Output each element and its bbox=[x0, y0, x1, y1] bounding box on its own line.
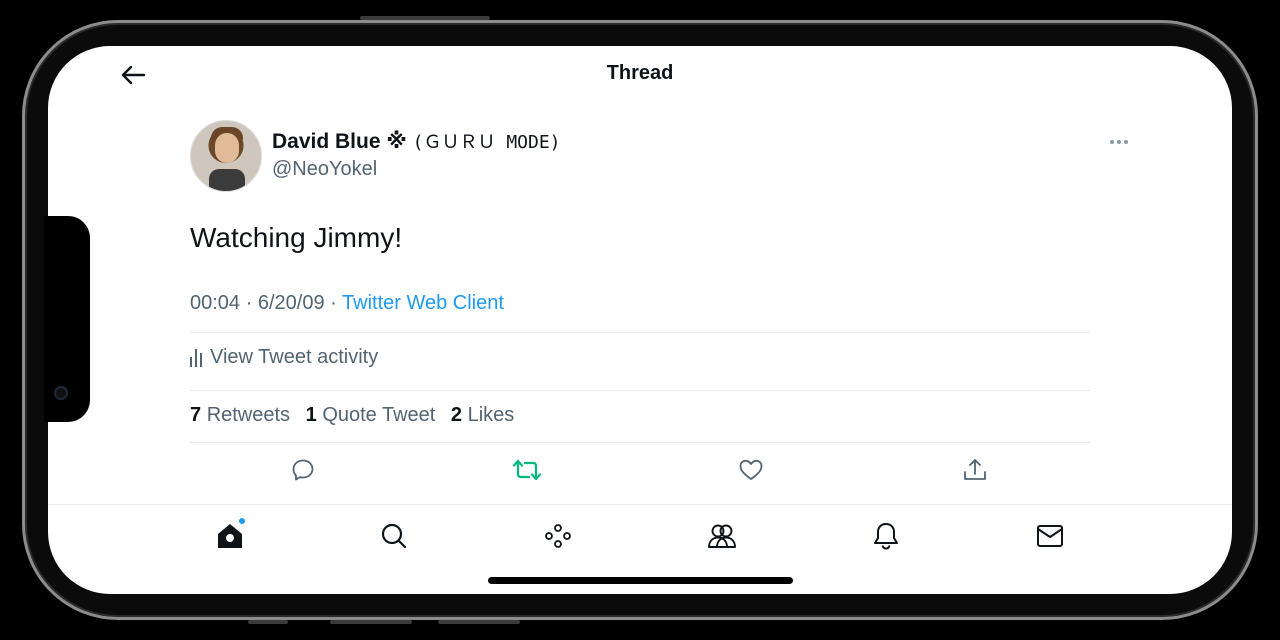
nav-search[interactable] bbox=[374, 516, 414, 556]
notification-dot bbox=[238, 517, 246, 525]
spaces-icon bbox=[545, 524, 571, 548]
communities-icon bbox=[708, 524, 736, 548]
tweet-source-link[interactable]: Twitter Web Client bbox=[342, 292, 504, 314]
side-button bbox=[248, 620, 288, 624]
tweet-meta: 00:04 · 6/20/09 · Twitter Web Client bbox=[190, 292, 504, 315]
name-suffix: (ＧＵＲＵ MODE) bbox=[412, 132, 561, 153]
search-icon bbox=[381, 523, 407, 549]
avatar-shirt bbox=[209, 169, 245, 191]
more-dot bbox=[1110, 140, 1114, 144]
nav-notifications[interactable] bbox=[866, 516, 906, 556]
likes-stat[interactable]: 2 Likes bbox=[451, 404, 514, 426]
divider bbox=[190, 442, 1090, 443]
retweet-icon bbox=[512, 459, 542, 481]
quotes-stat[interactable]: 1 Quote Tweet bbox=[306, 404, 436, 426]
analytics-icon bbox=[190, 348, 202, 367]
likes-count: 2 bbox=[450, 404, 463, 426]
display-name[interactable]: David Blue ※ (ＧＵＲＵ MODE) bbox=[272, 128, 561, 154]
nav-divider bbox=[48, 504, 1232, 505]
quotes-count: 1 bbox=[305, 404, 317, 426]
activity-label: View Tweet activity bbox=[210, 346, 379, 368]
more-dot bbox=[1117, 140, 1121, 144]
retweets-label: Retweets bbox=[206, 404, 291, 426]
nav-spaces[interactable] bbox=[538, 516, 578, 556]
reply-icon bbox=[292, 459, 314, 481]
avatar[interactable] bbox=[190, 120, 262, 192]
screen: Thread David Blue ※ (ＧＵＲＵ MODE) @NeoYoke… bbox=[48, 46, 1232, 594]
tweet-actions bbox=[190, 452, 1090, 488]
page-title: Thread bbox=[606, 62, 674, 84]
view-tweet-activity[interactable]: View Tweet activity bbox=[190, 346, 378, 369]
retweet-button[interactable] bbox=[509, 452, 545, 488]
like-button[interactable] bbox=[733, 452, 769, 488]
meta-separator: · bbox=[245, 292, 253, 314]
divider bbox=[190, 332, 1090, 333]
quotes-label: Quote Tweet bbox=[322, 404, 436, 426]
bottom-nav bbox=[48, 516, 1232, 556]
meta-separator: · bbox=[330, 292, 337, 314]
camera-icon bbox=[54, 386, 68, 400]
tweet-time[interactable]: 00:04 bbox=[190, 292, 240, 314]
side-button bbox=[330, 620, 412, 624]
user-handle[interactable]: @NeoYokel bbox=[272, 158, 377, 181]
like-icon bbox=[739, 459, 763, 480]
share-button[interactable] bbox=[957, 452, 993, 488]
nav-home[interactable] bbox=[210, 516, 250, 556]
tweet-stats: 7 Retweets 1 Quote Tweet 2 Likes bbox=[190, 404, 524, 427]
more-dot bbox=[1124, 140, 1128, 144]
nav-communities[interactable] bbox=[702, 516, 742, 556]
notifications-icon bbox=[874, 523, 898, 550]
messages-icon bbox=[1037, 525, 1063, 547]
likes-label: Likes bbox=[467, 404, 515, 426]
retweets-stat[interactable]: 7 Retweets bbox=[190, 404, 290, 426]
side-button bbox=[438, 620, 520, 624]
thread-header: Thread bbox=[48, 46, 1232, 102]
divider bbox=[190, 390, 1090, 391]
home-indicator[interactable] bbox=[488, 577, 793, 584]
retweets-count: 7 bbox=[190, 404, 202, 426]
nav-messages[interactable] bbox=[1030, 516, 1070, 556]
name-symbol: ※ bbox=[386, 130, 407, 153]
avatar-face bbox=[215, 133, 239, 163]
more-options-button[interactable] bbox=[1104, 132, 1134, 152]
tweet-date[interactable]: 6/20/09 bbox=[258, 292, 325, 314]
share-icon bbox=[964, 459, 986, 480]
tweet-text: Watching Jimmy! bbox=[190, 222, 403, 253]
reply-button[interactable] bbox=[285, 452, 321, 488]
volume-button bbox=[360, 16, 490, 20]
display-name-text: David Blue bbox=[272, 130, 381, 153]
home-icon bbox=[218, 524, 242, 548]
